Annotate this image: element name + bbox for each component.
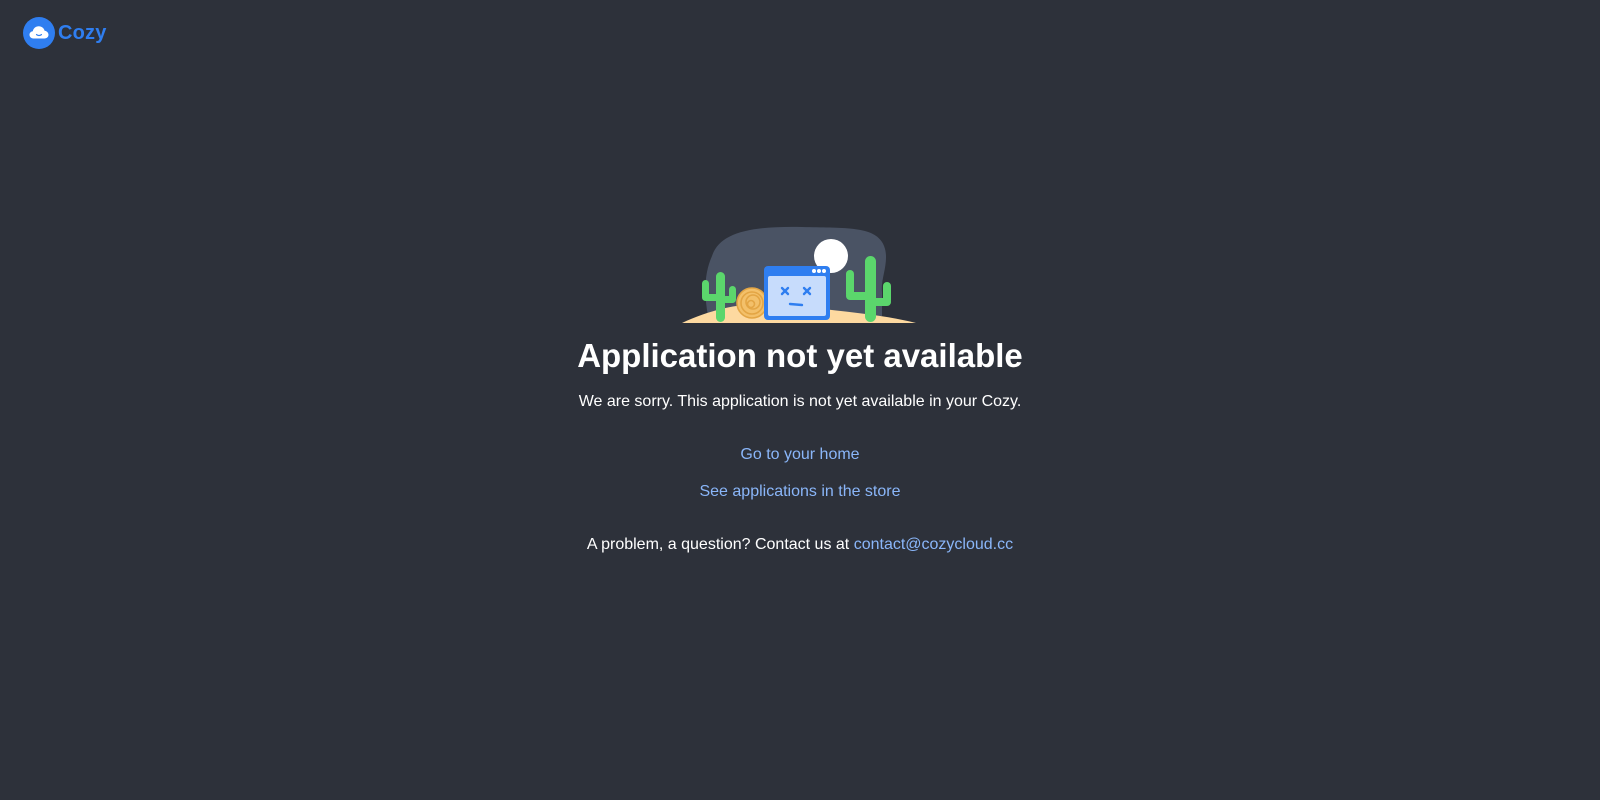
contact-email-link[interactable]: contact@cozycloud.cc: [854, 536, 1013, 553]
store-link[interactable]: See applications in the store: [0, 482, 1600, 502]
desert-broken-window-illustration: [682, 226, 916, 323]
contact-line: A problem, a question? Contact us at con…: [0, 535, 1600, 555]
cozy-cloud-logo-icon: [23, 17, 55, 49]
cozy-logo-link[interactable]: Cozy: [23, 17, 107, 49]
go-home-link[interactable]: Go to your home: [0, 445, 1600, 465]
error-message: We are sorry. This application is not ye…: [578, 393, 1022, 410]
brand-name: Cozy: [58, 21, 107, 44]
page-title: Application not yet available: [577, 337, 1023, 374]
contact-prefix: A problem, a question? Contact us at: [586, 536, 850, 553]
